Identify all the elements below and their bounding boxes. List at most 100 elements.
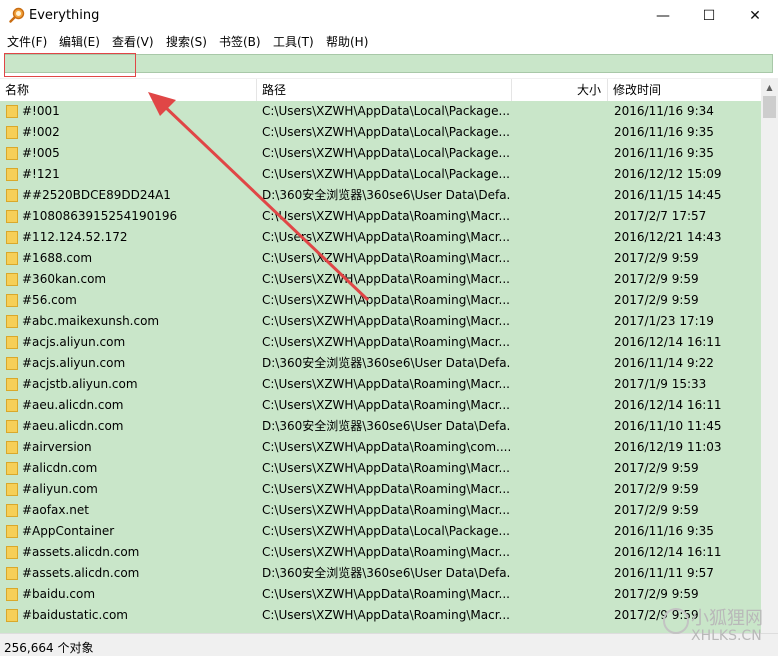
row-path: D:\360安全浏览器\360se6\User Data\Defa...: [262, 356, 510, 370]
table-row[interactable]: #!005 C:\Users\XZWH\AppData\Local\Package…: [0, 143, 761, 164]
close-button[interactable]: ✕: [732, 0, 778, 31]
row-name: #!005: [22, 146, 60, 160]
folder-icon: [6, 525, 18, 538]
table-row[interactable]: #acjs.aliyun.com D:\360安全浏览器\360se6\User …: [0, 353, 761, 374]
menu-bookmarks[interactable]: 书签(B): [219, 33, 261, 50]
results-list: #!001 C:\Users\XZWH\AppData\Local\Package…: [0, 101, 761, 633]
folder-icon: [6, 189, 18, 202]
table-row[interactable]: #alicdn.com C:\Users\XZWH\AppData\Roaming…: [0, 458, 761, 479]
folder-icon: [6, 231, 18, 244]
status-bar: 256,664 个对象: [0, 633, 778, 656]
table-row[interactable]: #assets.alicdn.com D:\360安全浏览器\360se6\Use…: [0, 563, 761, 584]
row-path: C:\Users\XZWH\AppData\Roaming\Macr...: [262, 293, 510, 307]
folder-icon: [6, 357, 18, 370]
table-row[interactable]: #!121 C:\Users\XZWH\AppData\Local\Package…: [0, 164, 761, 185]
table-row[interactable]: ##2520BDCE89DD24A1 D:\360安全浏览器\360se6\Use…: [0, 185, 761, 206]
column-path-header[interactable]: 路径: [257, 79, 512, 101]
row-modified: 2017/2/7 17:57: [614, 209, 707, 223]
row-modified: 2016/11/16 9:35: [614, 125, 714, 139]
menu-tools[interactable]: 工具(T): [273, 33, 314, 50]
row-path: D:\360安全浏览器\360se6\User Data\Defa...: [262, 188, 510, 202]
table-row[interactable]: #!002 C:\Users\XZWH\AppData\Local\Package…: [0, 122, 761, 143]
table-row[interactable]: #abc.maikexunsh.com C:\Users\XZWH\AppData…: [0, 311, 761, 332]
table-row[interactable]: #aofax.net C:\Users\XZWH\AppData\Roaming\…: [0, 500, 761, 521]
table-row[interactable]: #112.124.52.172 C:\Users\XZWH\AppData\Roa…: [0, 227, 761, 248]
fox-logo-icon: [663, 608, 689, 634]
table-row[interactable]: #aliyun.com C:\Users\XZWH\AppData\Roaming…: [0, 479, 761, 500]
table-row[interactable]: #360kan.com C:\Users\XZWH\AppData\Roaming…: [0, 269, 761, 290]
table-row[interactable]: #assets.alicdn.com C:\Users\XZWH\AppData\…: [0, 542, 761, 563]
row-modified: 2016/12/14 16:11: [614, 335, 722, 349]
row-name: #!001: [22, 104, 60, 118]
table-row[interactable]: #baidustatic.com C:\Users\XZWH\AppData\Ro…: [0, 605, 761, 626]
menu-view[interactable]: 查看(V): [112, 33, 154, 50]
row-path: C:\Users\XZWH\AppData\Local\Package...: [262, 104, 510, 118]
watermark-line2: XHLKS.CN: [691, 628, 762, 644]
folder-icon: [6, 315, 18, 328]
row-modified: 2016/12/21 14:43: [614, 230, 722, 244]
folder-icon: [6, 504, 18, 517]
row-modified: 2016/11/14 9:22: [614, 356, 714, 370]
table-row[interactable]: #acjstb.aliyun.com C:\Users\XZWH\AppData\…: [0, 374, 761, 395]
row-modified: 2017/2/9 9:59: [614, 503, 699, 517]
folder-icon: [6, 105, 18, 118]
row-name: #AppContainer: [22, 524, 115, 538]
row-path: C:\Users\XZWH\AppData\Local\Package...: [262, 125, 510, 139]
row-name: #airversion: [22, 440, 92, 454]
column-header: 名称 路径 大小 修改时间: [0, 79, 761, 102]
row-path: C:\Users\XZWH\AppData\Roaming\Macr...: [262, 545, 510, 559]
table-row[interactable]: #1688.com C:\Users\XZWH\AppData\Roaming\M…: [0, 248, 761, 269]
menu-help[interactable]: 帮助(H): [326, 33, 368, 50]
table-row[interactable]: #acjs.aliyun.com C:\Users\XZWH\AppData\Ro…: [0, 332, 761, 353]
table-row[interactable]: #AppContainer C:\Users\XZWH\AppData\Local…: [0, 521, 761, 542]
minimize-button[interactable]: —: [640, 0, 686, 31]
row-name: #baidu.com: [22, 587, 96, 601]
menu-search[interactable]: 搜索(S): [166, 33, 207, 50]
row-modified: 2017/2/9 9:59: [614, 293, 699, 307]
column-name-header[interactable]: 名称: [0, 79, 257, 101]
row-modified: 2016/11/16 9:35: [614, 146, 714, 160]
row-path: C:\Users\XZWH\AppData\Roaming\Macr...: [262, 461, 510, 475]
table-row[interactable]: #aeu.alicdn.com D:\360安全浏览器\360se6\User D…: [0, 416, 761, 437]
scroll-up-icon[interactable]: ▲: [761, 79, 778, 96]
row-name: #!121: [22, 167, 60, 181]
folder-icon: [6, 420, 18, 433]
row-name: #1080863915254190196: [22, 209, 178, 223]
vertical-scrollbar[interactable]: ▲: [761, 79, 778, 633]
row-name: #aofax.net: [22, 503, 89, 517]
folder-icon: [6, 126, 18, 139]
folder-icon: [6, 441, 18, 454]
table-row[interactable]: #56.com C:\Users\XZWH\AppData\Roaming\Mac…: [0, 290, 761, 311]
folder-icon: [6, 399, 18, 412]
row-path: C:\Users\XZWH\AppData\Roaming\com....: [262, 440, 510, 454]
folder-icon: [6, 210, 18, 223]
folder-icon: [6, 378, 18, 391]
column-size-header[interactable]: 大小: [512, 79, 608, 101]
row-path: D:\360安全浏览器\360se6\User Data\Defa...: [262, 419, 510, 433]
row-name: #alicdn.com: [22, 461, 98, 475]
table-row[interactable]: #!001 C:\Users\XZWH\AppData\Local\Package…: [0, 101, 761, 122]
menu-edit[interactable]: 编辑(E): [59, 33, 100, 50]
row-path: D:\360安全浏览器\360se6\User Data\Defa...: [262, 566, 510, 580]
column-modified-header[interactable]: 修改时间: [608, 79, 761, 101]
table-row[interactable]: #1080863915254190196 C:\Users\XZWH\AppDat…: [0, 206, 761, 227]
row-name: #360kan.com: [22, 272, 107, 286]
table-row[interactable]: #aeu.alicdn.com C:\Users\XZWH\AppData\Roa…: [0, 395, 761, 416]
maximize-button[interactable]: ☐: [686, 0, 732, 31]
annotation-box: [4, 53, 136, 77]
table-row[interactable]: #airversion C:\Users\XZWH\AppData\Roaming…: [0, 437, 761, 458]
row-path: C:\Users\XZWH\AppData\Roaming\Macr...: [262, 587, 510, 601]
row-name: #!002: [22, 125, 60, 139]
magnifier-icon: [9, 7, 25, 23]
row-path: C:\Users\XZWH\AppData\Roaming\Macr...: [262, 398, 510, 412]
watermark-line1: 小狐狸网: [691, 608, 763, 629]
scroll-thumb[interactable]: [763, 96, 776, 118]
menu-file[interactable]: 文件(F): [7, 33, 47, 50]
folder-icon: [6, 336, 18, 349]
row-name: #1688.com: [22, 251, 93, 265]
table-row[interactable]: #baidu.com C:\Users\XZWH\AppData\Roaming\…: [0, 584, 761, 605]
row-name: #assets.alicdn.com: [22, 566, 140, 580]
row-modified: 2016/12/12 15:09: [614, 167, 722, 181]
folder-icon: [6, 273, 18, 286]
row-path: C:\Users\XZWH\AppData\Roaming\Macr...: [262, 377, 510, 391]
